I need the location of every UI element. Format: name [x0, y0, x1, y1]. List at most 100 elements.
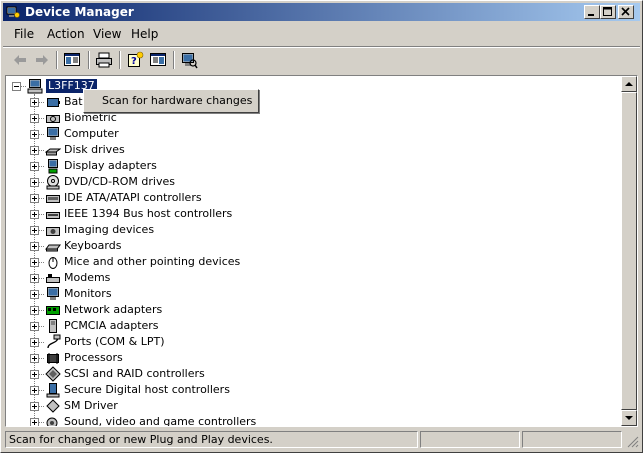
expand-toggle[interactable] — [30, 370, 39, 379]
expand-toggle[interactable] — [30, 162, 39, 171]
menu-help[interactable]: Help — [131, 27, 158, 41]
close-button[interactable] — [618, 5, 634, 19]
tree-category-label[interactable]: Processors — [64, 351, 123, 365]
tree-category-label[interactable]: Network adapters — [64, 303, 162, 317]
tree-category-node[interactable]: Computer — [6, 126, 606, 142]
tree-category-label[interactable]: Mice and other pointing devices — [64, 255, 240, 269]
minimize-icon — [588, 14, 594, 16]
expand-toggle[interactable] — [30, 386, 39, 395]
expand-toggle[interactable] — [30, 322, 39, 331]
tree-category-label[interactable]: Sound, video and game controllers — [64, 415, 256, 426]
expand-toggle[interactable] — [30, 418, 39, 426]
tree-category-node[interactable]: Sound, video and game controllers — [6, 414, 606, 426]
tree-connector — [39, 406, 44, 407]
sound-icon — [46, 417, 58, 426]
tree-category-node[interactable]: SM Driver — [6, 398, 606, 414]
resize-grip-icon[interactable] — [626, 435, 639, 448]
tree-category-label[interactable]: Imaging devices — [64, 223, 154, 237]
tree-connector — [39, 118, 44, 119]
tree-category-label[interactable]: Bat — [64, 95, 83, 109]
tree-category-node[interactable]: Network adapters — [6, 302, 606, 318]
tree-category-node[interactable]: IDE ATA/ATAPI controllers — [6, 190, 606, 206]
tree-category-label[interactable]: Ports (COM & LPT) — [64, 335, 165, 349]
expand-toggle[interactable] — [30, 146, 39, 155]
window-title: Device Manager — [25, 5, 134, 19]
expand-toggle[interactable] — [30, 194, 39, 203]
toolbar-separator — [173, 51, 175, 69]
battery-icon — [47, 98, 60, 107]
tree-connector — [39, 278, 44, 279]
menu-action[interactable]: Action — [47, 27, 85, 41]
tree-category-label[interactable]: DVD/CD-ROM drives — [64, 175, 175, 189]
expand-toggle[interactable] — [30, 178, 39, 187]
tree-category-node[interactable]: Monitors — [6, 286, 606, 302]
tree-connector — [39, 182, 44, 183]
tree-category-node[interactable]: Mice and other pointing devices — [6, 254, 606, 270]
tree-category-node[interactable]: Ports (COM & LPT) — [6, 334, 606, 350]
expand-toggle[interactable] — [30, 290, 39, 299]
tree-connector — [39, 246, 44, 247]
tree-category-node[interactable]: Modems — [6, 270, 606, 286]
expand-toggle[interactable] — [30, 210, 39, 219]
tree-category-label[interactable]: Keyboards — [64, 239, 121, 253]
vertical-scrollbar[interactable] — [621, 76, 637, 426]
context-item-scan-hardware[interactable]: Scan for hardware changes — [86, 92, 256, 110]
tree-category-label[interactable]: Modems — [64, 271, 110, 285]
expand-toggle[interactable] — [30, 130, 39, 139]
title-bar[interactable]: Device Manager — [3, 3, 640, 21]
tree-category-node[interactable]: DVD/CD-ROM drives — [6, 174, 606, 190]
tree-category-node[interactable]: Display adapters — [6, 158, 606, 174]
menu-view[interactable]: View — [93, 27, 121, 41]
tree-category-node[interactable]: IEEE 1394 Bus host controllers — [6, 206, 606, 222]
properties-icon[interactable] — [149, 51, 167, 69]
status-pane-2 — [420, 431, 520, 448]
minimize-button[interactable] — [584, 5, 600, 19]
tree-category-node[interactable]: Keyboards — [6, 238, 606, 254]
toolbar-separator — [88, 51, 90, 69]
tree-category-label[interactable]: IEEE 1394 Bus host controllers — [64, 207, 232, 221]
tree-category-node[interactable]: Processors — [6, 350, 606, 366]
tree-category-label[interactable]: Secure Digital host controllers — [64, 383, 230, 397]
tree-category-label[interactable]: Monitors — [64, 287, 112, 301]
disk-drive-icon — [45, 148, 61, 156]
expand-toggle[interactable] — [30, 114, 39, 123]
print-icon[interactable] — [95, 51, 113, 69]
scroll-up-button[interactable] — [621, 76, 637, 92]
tree-category-node[interactable]: Imaging devices — [6, 222, 606, 238]
maximize-button[interactable] — [600, 5, 616, 19]
expand-toggle[interactable] — [30, 274, 39, 283]
ide-controller-icon — [46, 195, 60, 203]
expand-toggle[interactable] — [30, 306, 39, 315]
tree-category-label[interactable]: SCSI and RAID controllers — [64, 367, 205, 381]
expand-toggle[interactable] — [30, 402, 39, 411]
expand-toggle[interactable] — [30, 98, 39, 107]
back-arrow-icon[interactable] — [11, 51, 29, 69]
forward-arrow-icon[interactable] — [33, 51, 51, 69]
tree-category-label[interactable]: Display adapters — [64, 159, 157, 173]
expand-toggle[interactable] — [30, 226, 39, 235]
expand-toggle[interactable] — [30, 258, 39, 267]
tree-category-label[interactable]: Biometric — [64, 111, 117, 125]
show-hide-console-tree-icon[interactable] — [63, 51, 81, 69]
scroll-down-button[interactable] — [621, 410, 637, 426]
tree-category-label[interactable]: IDE ATA/ATAPI controllers — [64, 191, 202, 205]
expand-toggle[interactable] — [30, 242, 39, 251]
expand-toggle[interactable] — [30, 354, 39, 363]
tree-category-label[interactable]: PCMCIA adapters — [64, 319, 159, 333]
tree-category-node[interactable]: SCSI and RAID controllers — [6, 366, 606, 382]
tree-category-label[interactable]: SM Driver — [64, 399, 118, 413]
tree-category-node[interactable]: Disk drives — [6, 142, 606, 158]
tree-category-label[interactable]: Computer — [64, 127, 119, 141]
menu-file[interactable]: File — [14, 27, 34, 41]
tree-connector — [39, 166, 44, 167]
tree-category-node[interactable]: PCMCIA adapters — [6, 318, 606, 334]
tree-category-node[interactable]: Secure Digital host controllers — [6, 382, 606, 398]
collapse-toggle[interactable] — [12, 82, 21, 91]
expand-toggle[interactable] — [30, 338, 39, 347]
scan-hardware-icon[interactable] — [180, 51, 198, 69]
tree-category-label[interactable]: Disk drives — [64, 143, 125, 157]
help-icon[interactable]: ? — [126, 51, 144, 69]
tree-connector — [39, 310, 44, 311]
scroll-thumb[interactable] — [621, 92, 637, 410]
tree-connector — [39, 294, 44, 295]
